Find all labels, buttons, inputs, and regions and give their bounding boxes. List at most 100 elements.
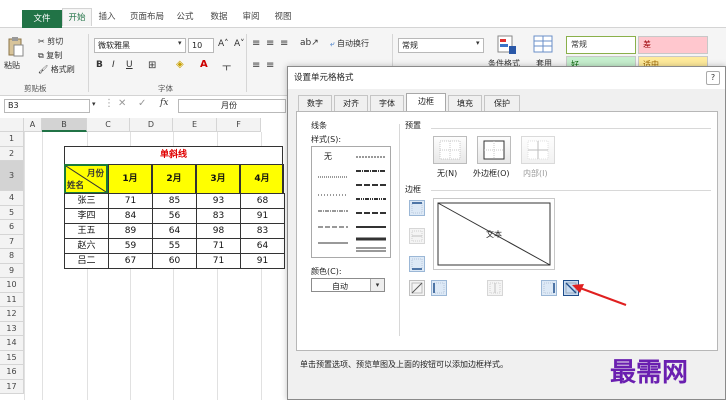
wrap-text-button[interactable]: ⤶ 自动换行 [330,38,369,49]
tab-review[interactable]: 审阅 [240,8,262,26]
line-style-samples[interactable] [312,147,392,259]
border-right-button[interactable] [541,280,557,296]
fill-color-icon[interactable]: ◈ [176,59,184,70]
border-preview[interactable]: 文本 [433,198,555,270]
score-cell[interactable]: 60 [152,253,197,269]
style-normal[interactable]: 常规 [566,36,636,54]
copy-button[interactable]: ⧉ 复制 [38,50,62,61]
column-header-a[interactable]: A [24,118,42,132]
name-cell[interactable]: 王五 [64,223,109,239]
score-cell[interactable]: 91 [240,253,285,269]
tab-number[interactable]: 数字 [298,95,332,111]
score-cell[interactable]: 64 [152,223,197,239]
column-header-d[interactable]: D [130,118,173,132]
score-cell[interactable]: 84 [108,208,153,224]
color-dropdown-icon[interactable]: ▾ [370,279,384,291]
line-style-list[interactable]: 无 [311,146,391,258]
score-cell[interactable]: 89 [108,223,153,239]
row-header-9[interactable]: 9 [0,263,24,278]
cancel-icon[interactable]: ✕ [118,98,126,109]
border-diagonal-up-button[interactable] [409,280,425,296]
tab-alignment[interactable]: 对齐 [334,95,368,111]
orientation-icon[interactable]: ab↗ [300,38,319,48]
row-header-1[interactable]: 1 [0,132,24,147]
enter-icon[interactable]: ✓ [138,98,146,109]
tab-data[interactable]: 数据 [208,8,230,26]
score-cell[interactable]: 98 [196,223,241,239]
style-bad[interactable]: 差 [638,36,708,54]
name-cell[interactable]: 赵六 [64,238,109,254]
border-icon[interactable]: ⊞ [148,60,156,71]
month-header-cell[interactable]: 4月 [240,164,284,194]
name-box[interactable]: B3 [4,99,90,113]
row-header-4[interactable]: 4 [0,191,24,206]
border-middle-v-button[interactable] [487,280,503,296]
tab-home[interactable]: 开始 [62,8,92,26]
align-top-icon[interactable]: ≡ [252,38,260,49]
border-middle-h-button[interactable] [409,228,425,244]
month-header-cell[interactable]: 3月 [196,164,240,194]
row-header-13[interactable]: 13 [0,321,24,336]
score-cell[interactable]: 59 [108,238,153,254]
border-bottom-button[interactable] [409,256,425,272]
row-header-15[interactable]: 15 [0,350,24,365]
align-bottom-icon[interactable]: ≡ [280,38,288,49]
column-header-c[interactable]: C [87,118,130,132]
row-header-14[interactable]: 14 [0,336,24,351]
shrink-font-icon[interactable]: A˅ [234,39,245,49]
score-cell[interactable]: 93 [196,193,241,209]
align-center-icon[interactable]: ≡ [266,60,274,71]
row-header-3[interactable]: 3 [0,161,24,191]
tab-page-layout[interactable]: 页面布局 [126,8,168,26]
border-top-button[interactable] [409,200,425,216]
number-format-dropdown-icon[interactable]: ▾ [476,39,480,47]
font-dropdown-arrow-icon[interactable]: ▾ [178,39,182,47]
tab-insert[interactable]: 插入 [96,8,118,26]
tab-font[interactable]: 字体 [370,95,404,111]
score-cell[interactable]: 83 [240,223,285,239]
score-cell[interactable]: 91 [240,208,285,224]
tab-border[interactable]: 边框 [406,93,446,112]
row-header-7[interactable]: 7 [0,234,24,249]
score-cell[interactable]: 71 [196,238,241,254]
score-cell[interactable]: 71 [108,193,153,209]
row-header-10[interactable]: 10 [0,278,24,293]
phonetic-icon[interactable]: ㅜ [222,59,231,74]
score-cell[interactable]: 64 [240,238,285,254]
color-select[interactable]: 自动 ▾ [311,278,385,292]
formula-input[interactable]: 月份 [178,99,286,113]
align-left-icon[interactable]: ≡ [252,60,260,71]
row-header-11[interactable]: 11 [0,292,24,307]
preset-inside-button[interactable] [521,136,555,164]
tab-fill[interactable]: 填充 [448,95,482,111]
month-header-cell[interactable]: 2月 [152,164,196,194]
format-table-icon[interactable] [532,34,554,56]
font-size-box[interactable]: 10 [188,38,214,53]
conditional-format-icon[interactable] [496,34,518,56]
preset-none-button[interactable] [433,136,467,164]
diagonal-header-cell[interactable]: 月份 姓名 [64,164,108,194]
score-cell[interactable]: 68 [240,193,285,209]
font-name-box[interactable]: 微软雅黑 [94,38,186,53]
row-header-2[interactable]: 2 [0,146,24,161]
name-cell[interactable]: 张三 [64,193,109,209]
score-cell[interactable]: 85 [152,193,197,209]
underline-button[interactable]: U [126,60,133,70]
row-header-5[interactable]: 5 [0,205,24,220]
format-painter-button[interactable]: 🖌 格式刷 [38,64,75,75]
insert-function-button[interactable]: fx [160,98,168,108]
select-all-corner[interactable] [0,118,24,132]
name-box-dropdown-icon[interactable]: ▾ [92,100,96,108]
paste-button[interactable]: 粘贴 [4,60,20,71]
tab-file[interactable]: 文件 [22,10,62,28]
align-middle-icon[interactable]: ≡ [266,38,274,49]
row-header-6[interactable]: 6 [0,220,24,235]
bold-button[interactable]: B [96,60,103,70]
row-header-17[interactable]: 17 [0,379,24,394]
row-header-8[interactable]: 8 [0,249,24,264]
tab-view[interactable]: 视图 [272,8,294,26]
number-format-box[interactable]: 常规 [398,38,484,53]
row-header-12[interactable]: 12 [0,307,24,322]
grow-font-icon[interactable]: A˄ [218,39,229,49]
row-header-16[interactable]: 16 [0,365,24,380]
